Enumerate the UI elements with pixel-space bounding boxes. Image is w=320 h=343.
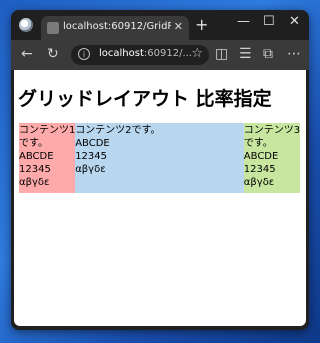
toolbar: ← ↻ i localhost:60912/... ☆ ◫ ☰ ⧉ ⋯	[11, 40, 309, 70]
address-bar[interactable]: i localhost:60912/... ☆	[71, 45, 209, 65]
star-icon[interactable]: ☆	[191, 46, 203, 61]
split-screen-icon[interactable]: ◫	[215, 47, 228, 61]
collections-icon[interactable]: ⧉	[263, 47, 273, 61]
close-icon[interactable]: ✕	[174, 20, 183, 33]
grid-column-3: コンテンツ3 です。 ABCDE 12345 αβγδε	[243, 123, 300, 193]
column-text-line: です。	[243, 138, 273, 149]
column-text-line: 12345	[75, 151, 107, 162]
browser-logo-icon[interactable]	[19, 18, 33, 32]
column-text-line: αβγδε	[19, 177, 50, 188]
column-text-line: αβγδε	[75, 164, 106, 175]
grid-container: コンテンツ1 です。 ABCDE 12345 αβγδε コンテンツ2です。 A…	[19, 123, 300, 193]
favorites-icon[interactable]: ☰	[239, 47, 252, 61]
minimize-icon[interactable]: —	[237, 14, 250, 29]
grid-column-2: コンテンツ2です。 ABCDE 12345 αβγδε	[75, 123, 244, 193]
plus-icon[interactable]: +	[195, 15, 208, 34]
more-icon[interactable]: ⋯	[287, 47, 301, 61]
address-url: localhost:60912/...	[99, 48, 192, 59]
column-text-line: コンテンツ1	[19, 125, 76, 136]
address-host: localhost	[99, 48, 144, 59]
column-text-line: ABCDE	[75, 138, 110, 149]
grid-column-1: コンテンツ1 です。 ABCDE 12345 αβγδε	[19, 123, 76, 193]
column-text-line: ABCDE	[243, 151, 279, 162]
column-text-line: 12345	[19, 164, 51, 175]
column-text-line: ABCDE	[19, 151, 54, 162]
address-path: :60912/...	[143, 48, 192, 59]
title-bar: localhost:60912/GridPercentage. ✕ + — ☐ …	[11, 10, 309, 40]
browser-window: localhost:60912/GridPercentage. ✕ + — ☐ …	[11, 10, 309, 330]
reload-icon[interactable]: ↻	[47, 47, 59, 61]
column-text-line: です。	[19, 138, 48, 149]
maximize-icon[interactable]: ☐	[263, 14, 275, 29]
column-text-line: 12345	[243, 164, 276, 175]
column-text-line: コンテンツ2です。	[75, 125, 161, 136]
back-arrow-icon[interactable]: ←	[21, 47, 33, 61]
window-close-icon[interactable]: ✕	[289, 14, 300, 29]
info-icon[interactable]: i	[78, 48, 90, 60]
page-viewport: グリッドレイアウト 比率指定 コンテンツ1 です。 ABCDE 12345 αβ…	[14, 70, 306, 326]
tab-active[interactable]: localhost:60912/GridPercentage. ✕	[41, 16, 189, 40]
column-text-line: コンテンツ3	[243, 125, 300, 136]
tab-title: localhost:60912/GridPercentage.	[63, 21, 171, 32]
page-heading: グリッドレイアウト 比率指定	[18, 88, 272, 110]
page-favicon-icon	[47, 22, 59, 34]
column-text-line: αβγδε	[243, 177, 275, 188]
